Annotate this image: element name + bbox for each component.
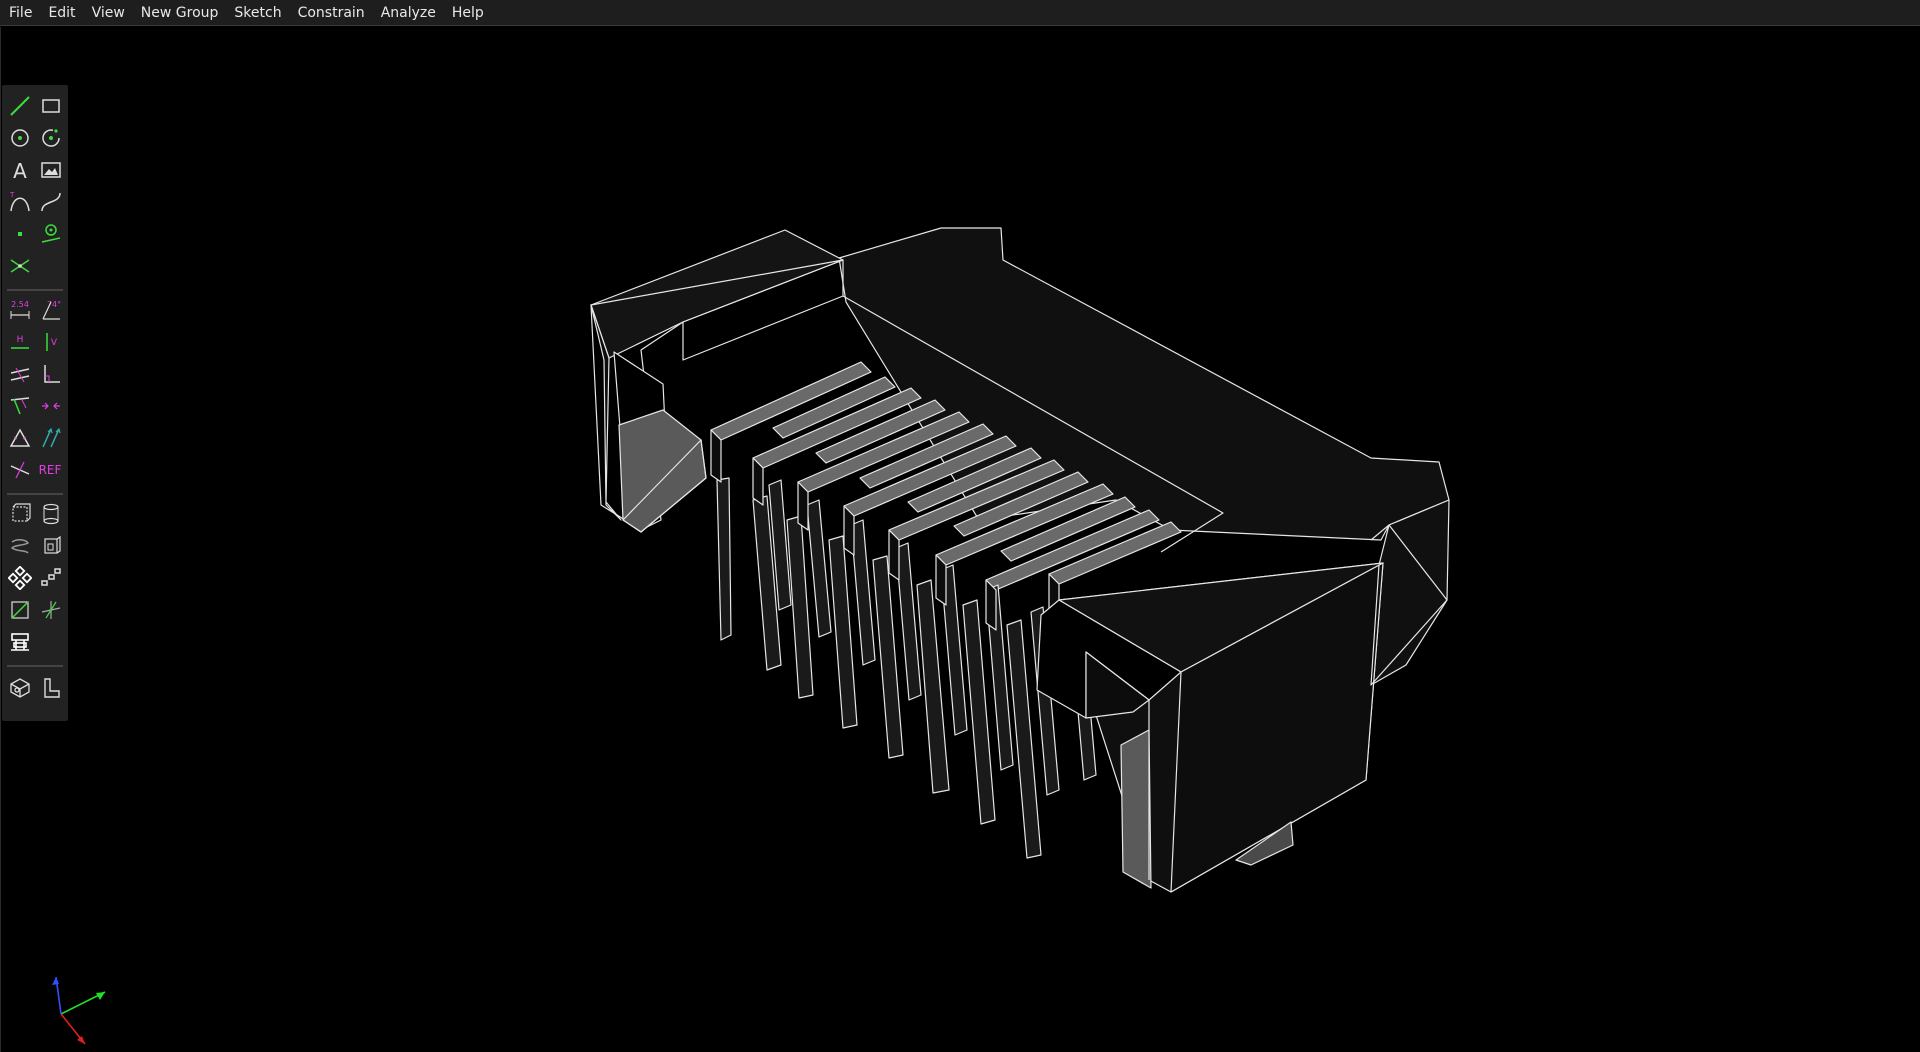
menu-file[interactable]: File <box>0 0 40 26</box>
tangent-arc-icon[interactable]: T <box>7 189 33 215</box>
extrude-icon[interactable] <box>7 501 33 527</box>
split-curves-icon[interactable] <box>7 253 33 279</box>
parallel-icon[interactable] <box>7 361 33 387</box>
horizontal-tool-label: H <box>17 335 24 345</box>
workplane-group-icon[interactable] <box>7 597 33 623</box>
text-tool-glyph: A <box>13 159 27 182</box>
other-angle-icon[interactable] <box>7 457 33 483</box>
point-on-line-icon[interactable] <box>7 393 33 419</box>
step-rotating-icon[interactable] <box>7 565 33 591</box>
model-view[interactable] <box>1 27 1919 1052</box>
menu-new-group[interactable]: New Group <box>133 0 227 26</box>
vertical-tool-label: V <box>51 338 58 348</box>
menu-constrain[interactable]: Constrain <box>290 0 373 26</box>
distance-icon[interactable]: 2.54 <box>7 297 33 323</box>
sketch-in-3d-icon[interactable] <box>38 597 64 623</box>
3d-viewport[interactable]: A T 2.54 74° H V REF <box>0 27 1920 1052</box>
arc-icon[interactable] <box>38 125 64 151</box>
link-icon[interactable] <box>7 629 33 655</box>
menu-bar: File Edit View New Group Sketch Constrai… <box>0 0 1920 26</box>
isometric-view-icon[interactable] <box>7 675 33 701</box>
distance-tool-label: 2.54 <box>11 300 29 309</box>
menu-view[interactable]: View <box>84 0 133 26</box>
svg-text:T: T <box>9 191 15 199</box>
spline-icon[interactable] <box>38 189 64 215</box>
axis-triad <box>52 976 106 1045</box>
vertical-icon[interactable]: V <box>38 329 64 355</box>
reference-tool-label: REF <box>38 463 62 477</box>
z-axis-arrow <box>52 977 59 985</box>
line-icon[interactable] <box>7 93 33 119</box>
menu-sketch[interactable]: Sketch <box>226 0 289 26</box>
reference-icon[interactable]: REF <box>34 457 66 483</box>
toolbar-separator <box>7 289 63 291</box>
lathe-icon[interactable] <box>38 501 64 527</box>
image-icon[interactable] <box>38 157 64 183</box>
equal-icon[interactable] <box>7 425 33 451</box>
menu-analyze[interactable]: Analyze <box>373 0 444 26</box>
connector-model <box>590 227 1450 893</box>
toolbar-separator <box>7 665 63 667</box>
revolve-icon[interactable] <box>38 533 64 559</box>
toolbar-separator <box>7 493 63 495</box>
same-orientation-icon[interactable] <box>38 425 64 451</box>
angle-tool-label: 74° <box>47 300 61 309</box>
text-icon[interactable]: A <box>7 157 33 183</box>
helix-icon[interactable] <box>7 533 33 559</box>
x-axis-arrow <box>77 1036 85 1044</box>
workplane-icon[interactable] <box>38 221 64 247</box>
symmetric-icon[interactable] <box>38 393 64 419</box>
perpendicular-icon[interactable] <box>38 361 64 387</box>
rectangle-icon[interactable] <box>38 93 64 119</box>
point-icon[interactable] <box>7 221 33 247</box>
step-translating-icon[interactable] <box>38 565 64 591</box>
circle-icon[interactable] <box>7 125 33 151</box>
menu-edit[interactable]: Edit <box>40 0 83 26</box>
angle-icon[interactable]: 74° <box>38 297 64 323</box>
horizontal-icon[interactable]: H <box>7 329 33 355</box>
toolbar: A T 2.54 74° H V REF <box>2 85 68 721</box>
menu-help[interactable]: Help <box>444 0 492 26</box>
nearest-ortho-icon[interactable] <box>38 675 64 701</box>
